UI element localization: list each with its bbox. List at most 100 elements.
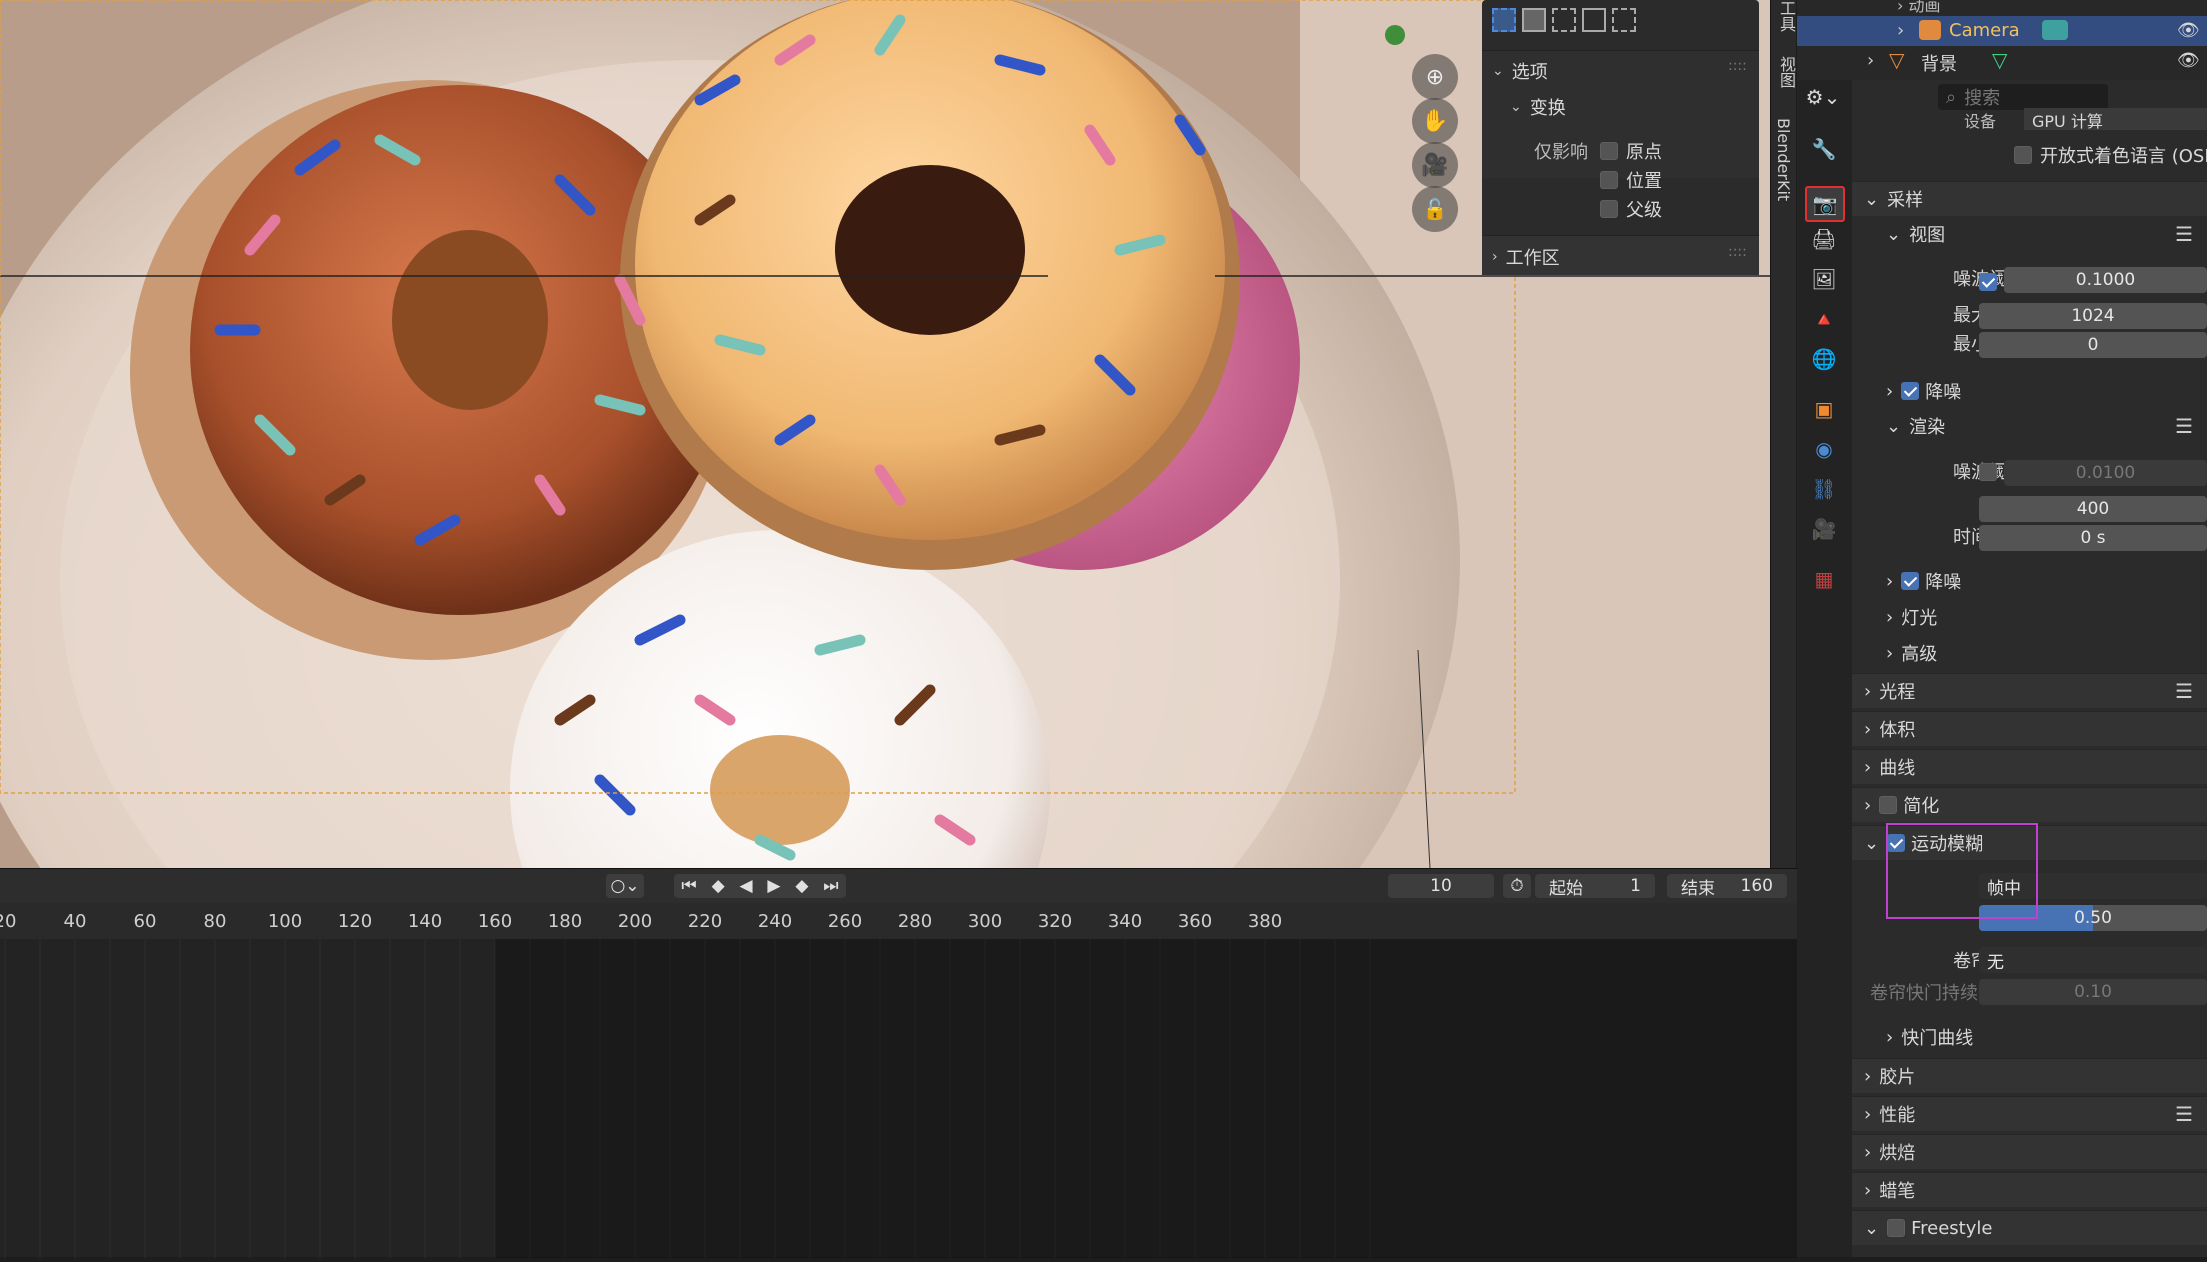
view-layer-tab-icon[interactable]: 🖼 (1811, 266, 1837, 292)
keying-dropdown[interactable]: ○⌄ (606, 874, 644, 898)
gizmo-y-axis[interactable] (1385, 25, 1405, 45)
camera-object-icon (1919, 20, 1941, 40)
lights-subheader[interactable]: › 灯光 (1852, 600, 2207, 634)
render-subheader[interactable]: ⌄ 渲染 ☰ (1852, 409, 2207, 443)
checkbox[interactable] (2014, 146, 2032, 164)
play-icon[interactable]: ▶ (767, 876, 780, 896)
r-denoise-subheader[interactable]: › 降噪 (1852, 564, 2207, 598)
sampling-header[interactable]: ⌄ 采样 (1852, 181, 2207, 216)
r-denoise-checkbox[interactable] (1901, 572, 1920, 590)
min-samples-field[interactable]: 0 (1979, 332, 2207, 358)
object-tab-icon[interactable]: ▣ (1811, 396, 1837, 422)
list-icon[interactable]: ☰ (2175, 414, 2193, 438)
checkbox[interactable] (1600, 200, 1618, 218)
3d-viewport[interactable]: ⊕ ✋ 🎥 🔓 ⌄ 选项 :::: ⌄ 变换 仅影响 原点 位置 父级 › 工作… (0, 0, 1770, 868)
output-tab-icon[interactable]: 🖨 (1811, 226, 1837, 252)
next-keyframe-icon[interactable]: ◆ (795, 876, 808, 896)
curves-header[interactable]: › 曲线 (1852, 749, 2207, 784)
start-frame-field[interactable]: 起始 1 (1535, 874, 1655, 899)
affect-origins-checkbox[interactable]: 原点 (1600, 138, 1662, 164)
volumes-header[interactable]: › 体积 (1852, 711, 2207, 746)
simplify-header[interactable]: › 简化 (1852, 787, 2207, 822)
osl-checkbox[interactable]: 开放式着色语言 (OSL) (2014, 142, 2207, 168)
constraints-tab-icon[interactable]: ⛓ (1811, 476, 1837, 502)
eye-icon[interactable]: 👁 (2177, 50, 2200, 71)
frame-ruler[interactable]: 20 40 60 80 100 120 140 160 180 200 220 240 260 280 30… (0, 903, 1797, 939)
list-icon[interactable]: ☰ (2175, 222, 2193, 246)
grease-pencil-header[interactable]: › 蜡笔 (1852, 1172, 2207, 1207)
prev-keyframe-icon[interactable]: ◆ (712, 876, 725, 896)
tab-tool[interactable]: 工具 (1774, 0, 1798, 32)
chevron-down-icon: ⌄ (1510, 99, 1522, 115)
drag-handle-icon[interactable]: :::: (1728, 58, 1747, 74)
tool-tab-icon[interactable]: 🔧 (1811, 136, 1837, 162)
workspace-header[interactable]: › 工作区 (1492, 244, 1560, 270)
editor-type-icon[interactable]: ⚙⌄ (1803, 84, 1843, 110)
jump-end-icon[interactable]: ⏭ (823, 876, 838, 896)
r-noise-checkbox[interactable] (1979, 463, 1997, 481)
lock-icon[interactable]: 🔓 (1412, 186, 1458, 232)
affect-locations-checkbox[interactable]: 位置 (1600, 167, 1662, 193)
time-limit-field[interactable]: 0 s (1979, 525, 2207, 551)
device-dropdown[interactable]: GPU 计算 (2024, 108, 2207, 130)
ruler-tick-label: 20 (0, 911, 17, 932)
select-extend-icon[interactable] (1522, 8, 1546, 32)
select-invert-icon[interactable] (1582, 8, 1606, 32)
select-intersect-icon[interactable] (1612, 8, 1636, 32)
rolling-shutter-dropdown[interactable]: 无 (1979, 947, 2207, 973)
list-icon[interactable]: ☰ (2175, 679, 2193, 703)
vp-noise-field[interactable]: 0.1000 (2004, 267, 2207, 293)
transform-header[interactable]: ⌄ 变换 (1510, 94, 1566, 120)
outliner-row-animation[interactable]: › 动画 (1897, 0, 1941, 16)
performance-header[interactable]: › 性能 ☰ (1852, 1096, 2207, 1131)
timeline-tracks[interactable] (0, 939, 1797, 1258)
list-icon[interactable]: ☰ (2175, 1102, 2193, 1126)
freestyle-checkbox[interactable] (1887, 1219, 1906, 1237)
shutter-curve-subheader[interactable]: › 快门曲线 (1852, 1020, 2207, 1054)
film-header[interactable]: › 胶片 (1852, 1058, 2207, 1093)
physics-tab-icon[interactable]: ◉ (1811, 436, 1837, 462)
end-frame-field[interactable]: 结束 160 (1667, 874, 1787, 899)
texture-tab-icon[interactable]: ▦ (1811, 566, 1837, 592)
play-reverse-icon[interactable]: ◀ (740, 876, 753, 896)
timeline-editor[interactable]: ○⌄ ⏮ ◆ ◀ ▶ ◆ ⏭ 10 ⏱ 起始1 结束160 20 40 60 80 10… (0, 868, 1797, 1258)
freestyle-header[interactable]: ⌄ Freestyle (1852, 1210, 2207, 1245)
viewport-subheader[interactable]: ⌄ 视图 ☰ (1852, 217, 2207, 251)
select-subtract-icon[interactable] (1552, 8, 1576, 32)
light-paths-header[interactable]: › 光程 ☰ (1852, 673, 2207, 708)
camera-data-tab-icon[interactable]: 🎥 (1811, 516, 1837, 542)
checkbox[interactable] (1600, 171, 1618, 189)
samples-field[interactable]: 400 (1979, 496, 2207, 522)
scene-tab-icon[interactable]: 🔺 (1811, 306, 1837, 332)
vp-noise-checkbox[interactable] (1979, 273, 1997, 291)
zoom-icon[interactable]: ⊕ (1412, 54, 1458, 100)
pan-hand-icon[interactable]: ✋ (1412, 98, 1458, 144)
max-samples-field[interactable]: 1024 (1979, 303, 2207, 329)
outliner-row-camera[interactable]: › Camera 👁 (1797, 16, 2207, 46)
outliner-row-background[interactable]: › ▽ 背景 ▽ 👁 (1797, 46, 2207, 76)
simplify-checkbox[interactable] (1879, 796, 1898, 814)
tab-view[interactable]: 视图 (1774, 56, 1798, 88)
render-tab-icon[interactable]: 📷 (1805, 186, 1845, 222)
bake-header[interactable]: › 烘焙 (1852, 1134, 2207, 1169)
select-new-icon[interactable] (1492, 8, 1516, 32)
ruler-tick-label: 220 (687, 911, 723, 932)
affect-parents-checkbox[interactable]: 父级 (1600, 196, 1662, 222)
world-tab-icon[interactable]: 🌐 (1811, 346, 1837, 372)
stopwatch-icon[interactable]: ⏱ (1503, 874, 1531, 898)
search-input[interactable]: ⌕ 搜索 (1938, 84, 2108, 110)
chevron-right-icon: › (1886, 642, 1894, 664)
r-noise-field[interactable]: 0.0100 (2004, 460, 2207, 486)
eye-icon[interactable]: 👁 (2177, 20, 2200, 41)
advanced-subheader[interactable]: › 高级 (1852, 636, 2207, 670)
current-frame-field[interactable]: 10 (1388, 874, 1494, 898)
jump-start-icon[interactable]: ⏮ (681, 876, 696, 896)
drag-handle-icon[interactable]: :::: (1728, 244, 1747, 260)
options-header[interactable]: ⌄ 选项 (1492, 58, 1548, 84)
checkbox[interactable] (1600, 142, 1618, 160)
camera-view-icon[interactable]: 🎥 (1412, 142, 1458, 188)
vp-denoise-subheader[interactable]: › 降噪 (1852, 374, 2207, 408)
vp-denoise-checkbox[interactable] (1901, 382, 1920, 400)
rolling-duration-field[interactable]: 0.10 (1979, 979, 2207, 1005)
tab-blenderkit[interactable]: BlenderKit (1774, 118, 1793, 201)
